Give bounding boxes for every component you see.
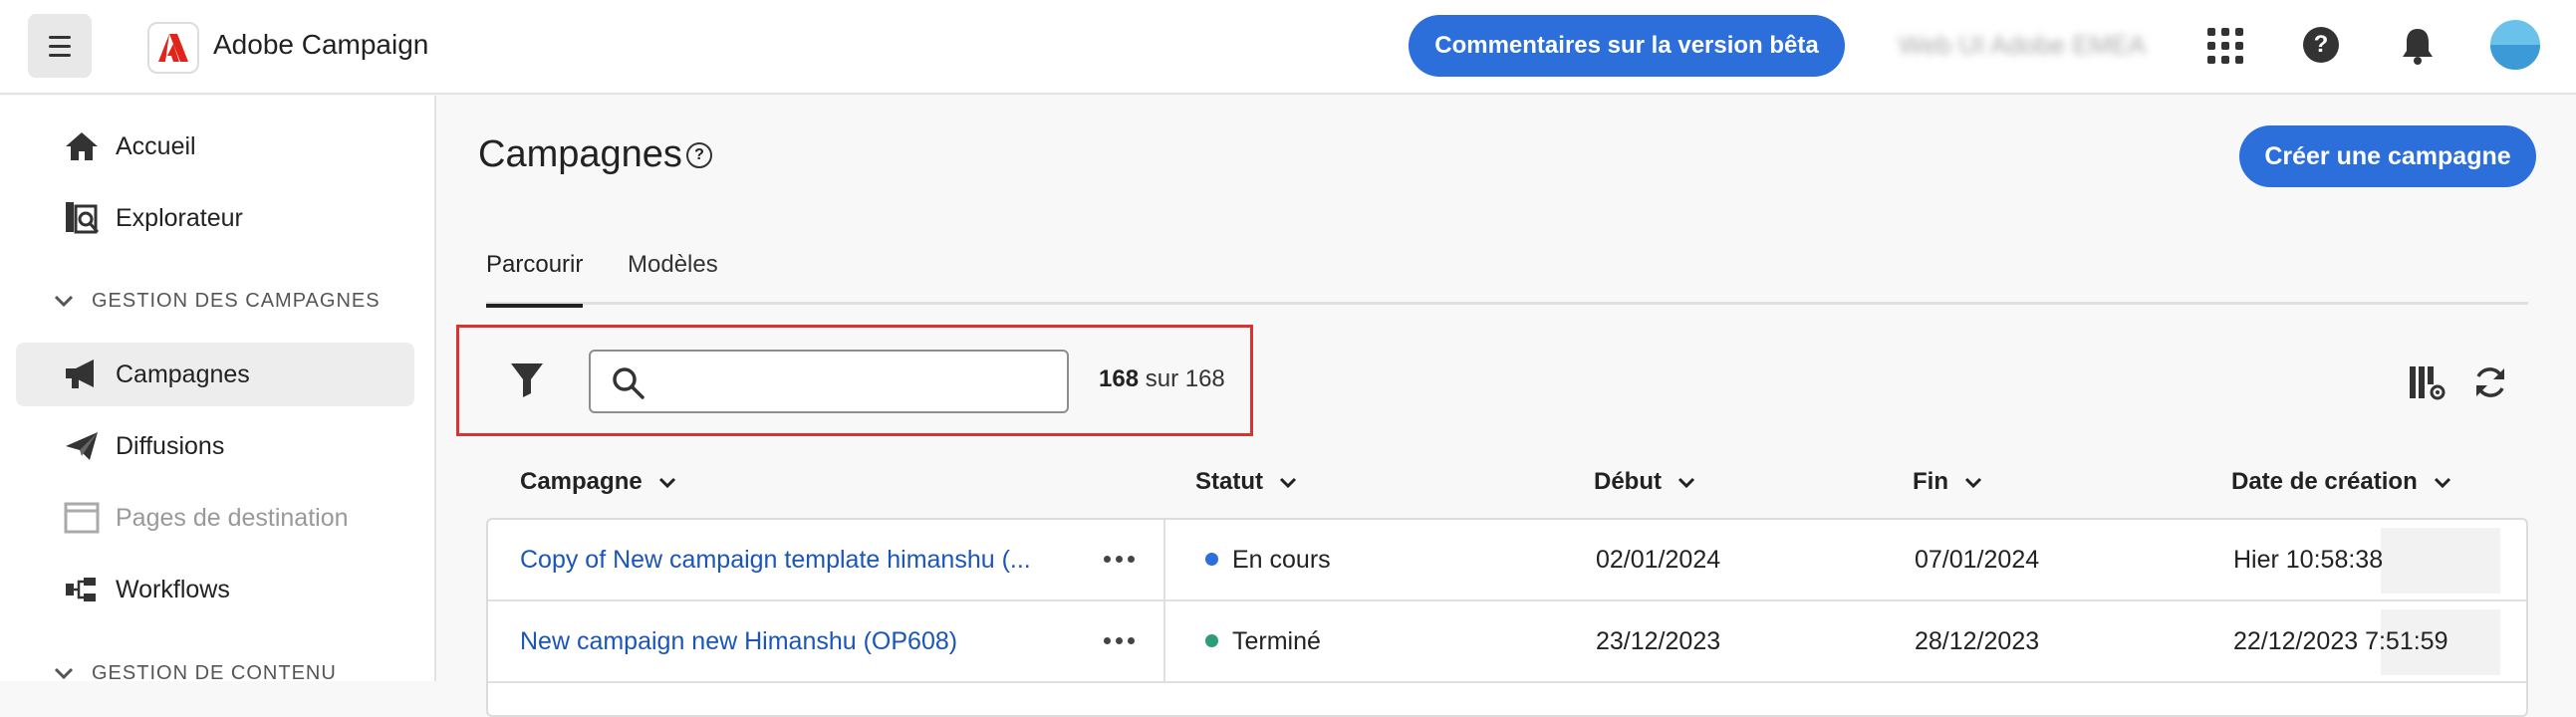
refresh-icon[interactable] <box>2470 362 2510 402</box>
sidebar-item-label: Diffusions <box>116 431 225 460</box>
start-date: 02/01/2024 <box>1596 546 1721 574</box>
sidebar-item-label: Workflows <box>116 575 230 603</box>
sidebar-item-workflows[interactable]: Workflows <box>16 558 414 621</box>
apps-grid-icon[interactable] <box>2207 28 2243 64</box>
chevron-down-icon <box>2434 477 2450 489</box>
tabs: Parcourir Modèles <box>486 245 2528 308</box>
megaphone-icon <box>66 359 94 388</box>
search-input[interactable] <box>589 350 1069 413</box>
more-actions-icon[interactable] <box>1104 556 1135 563</box>
column-header-label: Début <box>1594 468 1662 495</box>
status-cell: En cours <box>1205 546 1331 575</box>
column-divider <box>1163 601 1165 683</box>
bell-icon[interactable] <box>2399 26 2437 66</box>
home-icon <box>66 132 98 160</box>
campaign-link[interactable]: New campaign new Himanshu (OP608) <box>520 627 957 656</box>
filter-icon[interactable] <box>509 359 545 399</box>
sidebar-item-campaigns[interactable]: Campagnes <box>16 343 414 406</box>
paper-plane-icon <box>66 432 98 460</box>
sidebar: Accueil Explorateur GESTION DES CAMPAGNE… <box>0 96 436 684</box>
column-header-created[interactable]: Date de création <box>2231 468 2453 496</box>
beta-feedback-button[interactable]: Commentaires sur la version bêta <box>1409 15 1845 77</box>
result-count-rest: sur 168 <box>1139 365 1225 392</box>
menu-icon[interactable] <box>28 14 92 78</box>
section-content-management[interactable]: GESTION DE CONTENU <box>50 659 337 687</box>
column-divider <box>1163 520 1165 601</box>
chevron-down-icon <box>54 295 74 308</box>
section-label: GESTION DES CAMPAGNES <box>92 289 381 312</box>
workflow-icon <box>66 578 96 601</box>
start-date: 23/12/2023 <box>1596 627 1721 655</box>
status-cell: Terminé <box>1205 627 1321 656</box>
sidebar-item-home[interactable]: Accueil <box>16 115 414 178</box>
result-count-bold: 168 <box>1099 365 1140 392</box>
sidebar-item-explorer[interactable]: Explorateur <box>16 186 414 250</box>
column-header-label: Campagne <box>520 468 643 495</box>
avatar[interactable] <box>2490 20 2540 70</box>
column-header-status[interactable]: Statut <box>1195 468 1299 496</box>
campaign-link[interactable]: Copy of New campaign template himanshu (… <box>520 546 1031 575</box>
search-filter-area: 168 sur 168 <box>456 325 1253 436</box>
chevron-down-icon <box>658 477 675 489</box>
column-header-campaign[interactable]: Campagne <box>520 468 678 496</box>
create-campaign-button[interactable]: Créer une campagne <box>2239 125 2536 187</box>
status-dot-icon <box>1205 633 1218 647</box>
org-switcher[interactable]: Web UI Adobe EMEA <box>1899 30 2146 61</box>
chevron-down-icon <box>1964 477 1982 489</box>
end-date: 28/12/2023 <box>1915 627 2040 655</box>
top-bar: Adobe Campaign Commentaires sur la versi… <box>0 0 2576 95</box>
column-header-label: Date de création <box>2231 468 2418 495</box>
app-name: Adobe Campaign <box>213 29 429 60</box>
status-dot-icon <box>1205 552 1218 566</box>
row-shade <box>2381 528 2500 594</box>
status-label: En cours <box>1232 546 1331 574</box>
sidebar-item-label: Accueil <box>116 131 196 160</box>
created-date: Hier 10:58:38 <box>2233 546 2384 574</box>
status-label: Terminé <box>1232 627 1321 655</box>
column-header-label: Fin <box>1913 468 1948 495</box>
sidebar-item-deliveries[interactable]: Diffusions <box>16 414 414 478</box>
more-actions-icon[interactable] <box>1104 637 1135 644</box>
explorer-icon <box>66 202 100 234</box>
section-label: GESTION DE CONTENU <box>92 661 337 684</box>
sidebar-item-label: Pages de destination <box>116 503 349 532</box>
end-date: 07/01/2024 <box>1915 546 2040 574</box>
tab-browse[interactable]: Parcourir <box>486 245 584 308</box>
column-header-label: Statut <box>1195 468 1263 495</box>
sidebar-item-landing-pages[interactable]: Pages de destination <box>16 486 414 550</box>
main-content: Campagnes ? Créer une campagne Parcourir… <box>438 96 2576 717</box>
sidebar-item-label: Explorateur <box>116 203 243 232</box>
created-date: 22/12/2023 7:51:59 <box>2233 627 2448 655</box>
adobe-logo[interactable] <box>147 22 199 74</box>
chevron-down-icon <box>54 667 74 680</box>
table-row[interactable]: New campaign new Himanshu (OP608) Termin… <box>488 601 2526 683</box>
help-icon[interactable]: ? <box>2303 27 2339 63</box>
campaign-table: Copy of New campaign template himanshu (… <box>486 518 2528 717</box>
chevron-down-icon <box>1279 477 1297 489</box>
tab-templates[interactable]: Modèles <box>628 245 718 305</box>
help-icon[interactable]: ? <box>686 142 712 168</box>
landing-page-icon <box>64 502 100 534</box>
sidebar-item-label: Campagnes <box>116 359 250 388</box>
section-campaign-management[interactable]: GESTION DES CAMPAGNES <box>50 287 381 315</box>
chevron-down-icon <box>1677 477 1695 489</box>
column-header-start[interactable]: Début <box>1594 468 1697 496</box>
column-header-end[interactable]: Fin <box>1913 468 1984 496</box>
table-row[interactable]: Copy of New campaign template himanshu (… <box>488 520 2526 601</box>
search-icon <box>613 367 644 399</box>
column-settings-icon[interactable] <box>2407 362 2447 402</box>
page-title: Campagnes <box>478 133 682 175</box>
result-count: 168 sur 168 <box>1099 365 1225 393</box>
